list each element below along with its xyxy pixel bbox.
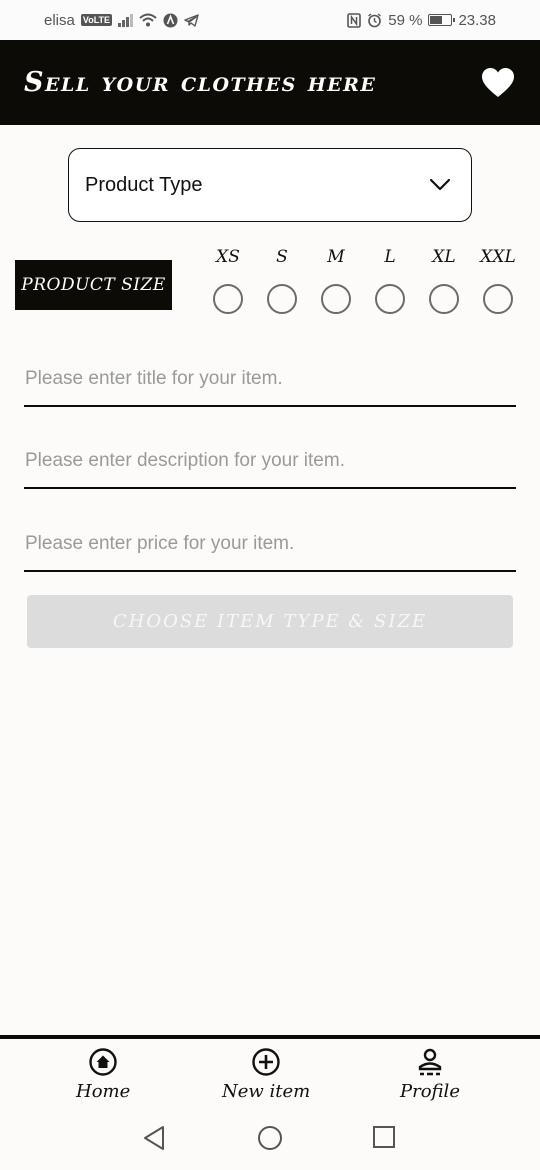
description-input[interactable] — [24, 439, 516, 483]
status-left: elisa VoLTE — [44, 12, 199, 29]
carrier-name: elisa — [44, 11, 75, 29]
nav-item-home[interactable]: Home — [76, 1047, 130, 1102]
volte-icon: VoLTE — [80, 14, 113, 26]
size-label-s: S — [276, 247, 288, 267]
product-size-label: PRODUCT SIZE — [15, 260, 172, 310]
title-input[interactable] — [24, 357, 516, 401]
chevron-down-icon — [429, 178, 451, 191]
nfc-icon — [347, 12, 362, 28]
battery-percent: 59 % — [388, 11, 423, 29]
product-type-dropdown[interactable]: Product Type — [68, 148, 472, 222]
size-label-xl: XL — [432, 247, 456, 267]
submit-button[interactable]: CHOOSE ITEM TYPE & SIZE — [27, 595, 513, 648]
recents-icon[interactable] — [372, 1125, 396, 1149]
size-label-m: M — [327, 247, 345, 267]
price-field — [24, 522, 516, 572]
size-option-xs[interactable]: XS — [201, 246, 255, 314]
size-option-xxl[interactable]: XXL — [471, 246, 525, 314]
clock: 23.38 — [458, 11, 496, 29]
telegram-icon — [184, 13, 199, 27]
size-radio-s[interactable] — [267, 284, 297, 314]
battery-icon — [428, 14, 456, 26]
wifi-icon — [139, 13, 157, 27]
profile-icon — [418, 1048, 442, 1076]
price-input[interactable] — [24, 522, 516, 566]
size-option-m[interactable]: M — [309, 246, 363, 314]
nav-label-profile: Profile — [400, 1081, 460, 1102]
status-bar: elisa VoLTE 59 % 23.38 — [0, 0, 540, 40]
size-label-l: L — [384, 247, 396, 267]
nav-label-new: New item — [222, 1081, 311, 1102]
size-radio-xxl[interactable] — [483, 284, 513, 314]
size-radio-l[interactable] — [375, 284, 405, 314]
signal-icon — [118, 13, 134, 27]
description-field — [24, 439, 516, 489]
size-option-l[interactable]: L — [363, 246, 417, 314]
bottom-nav: Home New item Profile — [0, 1035, 540, 1105]
product-type-selected: Product Type — [85, 173, 203, 196]
size-label-xxl: XXL — [480, 247, 516, 267]
app-header: Sell your clothes here — [0, 40, 540, 125]
home-icon — [89, 1048, 117, 1076]
back-icon[interactable] — [142, 1125, 166, 1151]
status-right: 59 % 23.38 — [347, 12, 496, 29]
nav-label-home: Home — [76, 1081, 131, 1102]
heart-icon[interactable] — [482, 67, 514, 98]
nav-item-new[interactable]: New item — [222, 1047, 310, 1102]
system-nav — [0, 1105, 540, 1170]
size-radio-xl[interactable] — [429, 284, 459, 314]
size-options: XS S M L XL XXL — [201, 246, 525, 318]
alarm-icon — [368, 12, 382, 27]
add-circle-icon — [252, 1048, 280, 1076]
app-a-icon — [163, 13, 178, 27]
title-field — [24, 357, 516, 407]
page-title: Sell your clothes here — [24, 67, 377, 98]
size-radio-m[interactable] — [321, 284, 351, 314]
home-circle-icon[interactable] — [257, 1125, 283, 1151]
size-radio-xs[interactable] — [213, 284, 243, 314]
size-option-s[interactable]: S — [255, 246, 309, 314]
nav-item-profile[interactable]: Profile — [400, 1047, 460, 1102]
size-label-xs: XS — [216, 247, 240, 267]
size-option-xl[interactable]: XL — [417, 246, 471, 314]
